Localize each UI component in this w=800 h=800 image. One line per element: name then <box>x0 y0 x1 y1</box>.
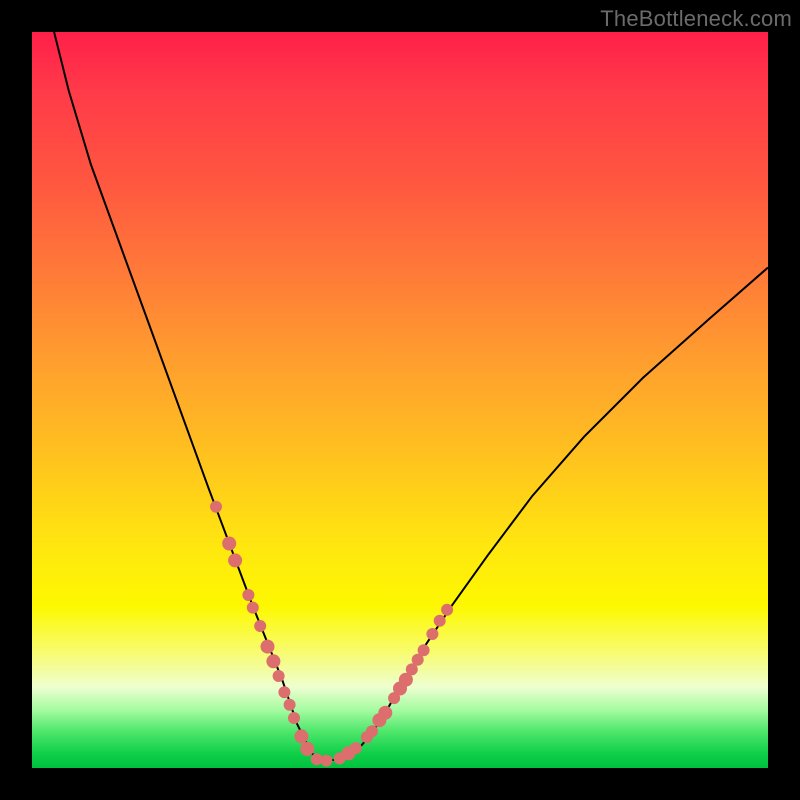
highlight-point <box>378 706 392 720</box>
highlight-point <box>254 620 266 632</box>
highlight-point <box>242 589 254 601</box>
highlight-point <box>320 755 332 767</box>
highlight-point <box>441 604 453 616</box>
highlight-point <box>434 615 446 627</box>
highlight-point <box>247 602 259 614</box>
chart-frame: TheBottleneck.com <box>0 0 800 800</box>
highlight-point <box>418 644 430 656</box>
highlight-point <box>261 640 275 654</box>
highlight-point <box>222 537 236 551</box>
highlight-point <box>278 686 290 698</box>
highlight-point <box>294 729 308 743</box>
highlight-point <box>366 725 378 737</box>
highlight-point <box>288 712 300 724</box>
highlight-point <box>284 699 296 711</box>
highlight-point <box>228 553 242 567</box>
highlight-point <box>273 670 285 682</box>
bottleneck-curve <box>54 32 768 761</box>
highlight-point <box>266 654 280 668</box>
highlight-point <box>210 501 222 513</box>
watermark-text: TheBottleneck.com <box>600 6 792 32</box>
highlighted-points-group <box>210 501 453 767</box>
highlight-point <box>300 742 314 756</box>
chart-plot-area <box>32 32 768 768</box>
highlight-point <box>350 742 362 754</box>
highlight-point <box>426 628 438 640</box>
chart-svg <box>32 32 768 768</box>
